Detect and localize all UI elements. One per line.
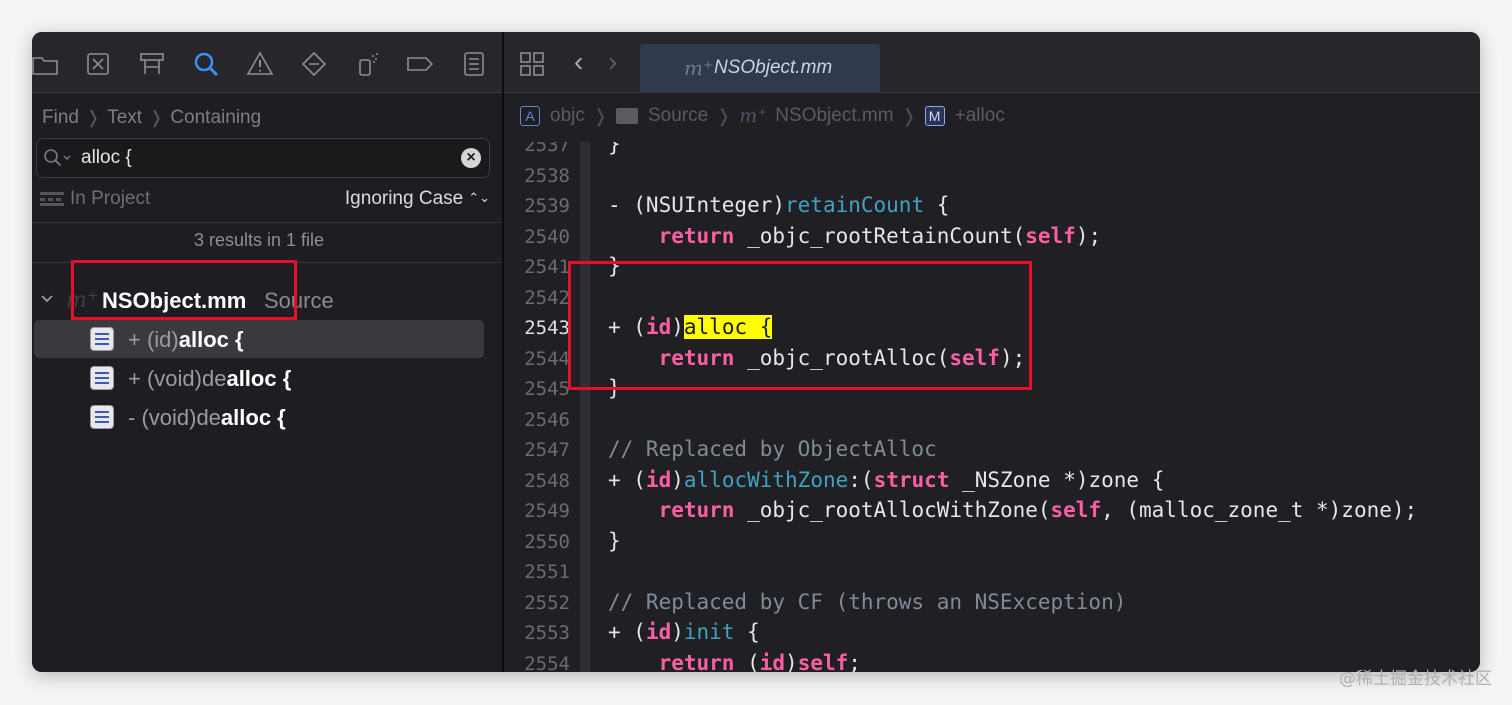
objc-file-icon: m⁺ [739, 105, 768, 127]
code-line: } [608, 142, 621, 156]
chevron-right-icon: ❭ [85, 108, 101, 127]
find-search-field[interactable]: alloc { × [36, 138, 490, 178]
code-folding-ribbon[interactable] [580, 142, 590, 672]
navigator-toolbar [32, 32, 502, 93]
code-comment: // Replaced by ObjectAlloc [608, 437, 937, 461]
clear-search-icon[interactable]: × [461, 148, 481, 168]
line-number: 2551 [524, 561, 570, 583]
line-number: 2541 [524, 256, 570, 278]
jump-bar-project[interactable]: Aobjc [520, 105, 585, 127]
jump-bar[interactable]: Aobjc ❭ Source ❭ m⁺ NSObject.mm ❭ M +alloc [504, 98, 1480, 134]
folder-icon[interactable] [32, 50, 60, 78]
jump-bar-method[interactable]: M +alloc [924, 105, 1005, 127]
search-icon[interactable] [192, 50, 220, 78]
annotation-box [71, 260, 297, 320]
line-number: 2550 [524, 531, 570, 553]
watermark: @稀土掘金技术社区 [1339, 669, 1492, 689]
editor-tab-bar: ‹ › m⁺ NSObject.mm [504, 32, 1480, 93]
line-number: 2549 [524, 500, 570, 522]
line-number: 2546 [524, 409, 570, 431]
chevron-right-icon: ❭ [592, 105, 608, 126]
code-area[interactable]: 2537 2538 2539 2540 2541 2542 2543 2544 … [504, 142, 1480, 672]
crumb-text[interactable]: Text [107, 107, 142, 129]
warning-icon[interactable] [246, 50, 274, 78]
line-number: 2548 [524, 470, 570, 492]
forward-arrow-icon[interactable]: › [608, 46, 617, 78]
code-line: return _objc_rootAllocWithZone(self, (ma… [658, 498, 1418, 522]
result-item[interactable]: + (void)dealloc { [32, 359, 502, 397]
line-number: 2545 [524, 378, 570, 400]
annotation-box [568, 261, 1032, 390]
scope-in-project[interactable]: In Project [70, 188, 150, 210]
find-navigator: Find ❭ Text ❭ Containing alloc { × In Pr… [32, 32, 502, 672]
test-diamond-icon[interactable] [300, 50, 328, 78]
find-mode-breadcrumb[interactable]: Find ❭ Text ❭ Containing [42, 104, 261, 132]
line-number: 2542 [524, 287, 570, 309]
line-number: 2554 [524, 653, 570, 672]
code-line: } [608, 529, 621, 553]
results-summary: 3 results in 1 file [193, 230, 325, 250]
text-result-icon [90, 327, 114, 351]
code-line: return (id)self; [658, 651, 861, 672]
line-number: 2537 [524, 142, 570, 156]
magnifier-menu-icon[interactable] [43, 148, 73, 168]
code-line: + (id)allocWithZone:(struct _NSZone *)zo… [608, 468, 1165, 492]
result-text: + (void)dealloc { [128, 366, 292, 391]
chevron-down-icon[interactable] [40, 292, 54, 306]
crumb-find[interactable]: Find [42, 107, 79, 129]
case-sensitivity-popup[interactable]: Ignoring Case ⌃⌄ [345, 188, 490, 210]
result-item[interactable]: + (id)alloc { [32, 320, 502, 358]
line-number: 2539 [524, 195, 570, 217]
scope-icon [40, 192, 64, 206]
related-items-grid-icon[interactable] [520, 52, 544, 76]
search-scope-row: In Project Ignoring Case ⌃⌄ [40, 184, 490, 214]
tab-nsobject-mm[interactable]: m⁺ NSObject.mm [640, 44, 880, 92]
line-number: 2553 [524, 622, 570, 644]
breakpoint-icon[interactable] [406, 50, 434, 78]
code-line: + (id)init { [608, 620, 760, 644]
divider [32, 222, 502, 223]
folder-icon [615, 108, 638, 124]
text-result-icon [90, 405, 114, 429]
result-text: + (id)alloc { [128, 327, 244, 352]
search-input[interactable]: alloc { [81, 147, 132, 169]
case-sensitivity-label: Ignoring Case [344, 188, 464, 209]
code-comment: // Replaced by CF (throws an NSException… [608, 590, 1127, 614]
line-number: 2544 [524, 348, 570, 370]
result-text: - (void)dealloc { [128, 405, 286, 430]
up-down-chevron-icon: ⌃⌄ [468, 190, 490, 205]
jump-bar-folder[interactable]: Source [615, 105, 708, 127]
back-arrow-icon[interactable]: ‹ [574, 46, 583, 78]
report-icon[interactable] [460, 50, 488, 78]
line-number-current: 2543 [524, 317, 570, 339]
crumb-containing[interactable]: Containing [170, 107, 261, 129]
chevron-right-icon: ❭ [901, 105, 917, 126]
jump-bar-file[interactable]: m⁺ NSObject.mm [739, 105, 893, 127]
code-line: - (NSUInteger)retainCount { [608, 193, 950, 217]
source-control-icon[interactable] [84, 50, 112, 78]
line-number: 2552 [524, 592, 570, 614]
chevron-right-icon: ❭ [716, 105, 732, 126]
tab-label: NSObject.mm [714, 57, 833, 78]
debug-spray-icon[interactable] [354, 50, 382, 78]
result-item[interactable]: - (void)dealloc { [32, 398, 502, 436]
text-result-icon [90, 366, 114, 390]
method-icon: M [924, 106, 945, 126]
line-number: 2547 [524, 439, 570, 461]
hierarchy-icon[interactable] [138, 50, 166, 78]
line-number: 2540 [524, 226, 570, 248]
chevron-right-icon: ❭ [149, 108, 164, 127]
line-number: 2538 [524, 165, 570, 187]
code-line: return _objc_rootRetainCount(self); [658, 224, 1102, 248]
objc-file-icon: m⁺ [684, 56, 714, 80]
app-target-icon: A [520, 106, 540, 126]
